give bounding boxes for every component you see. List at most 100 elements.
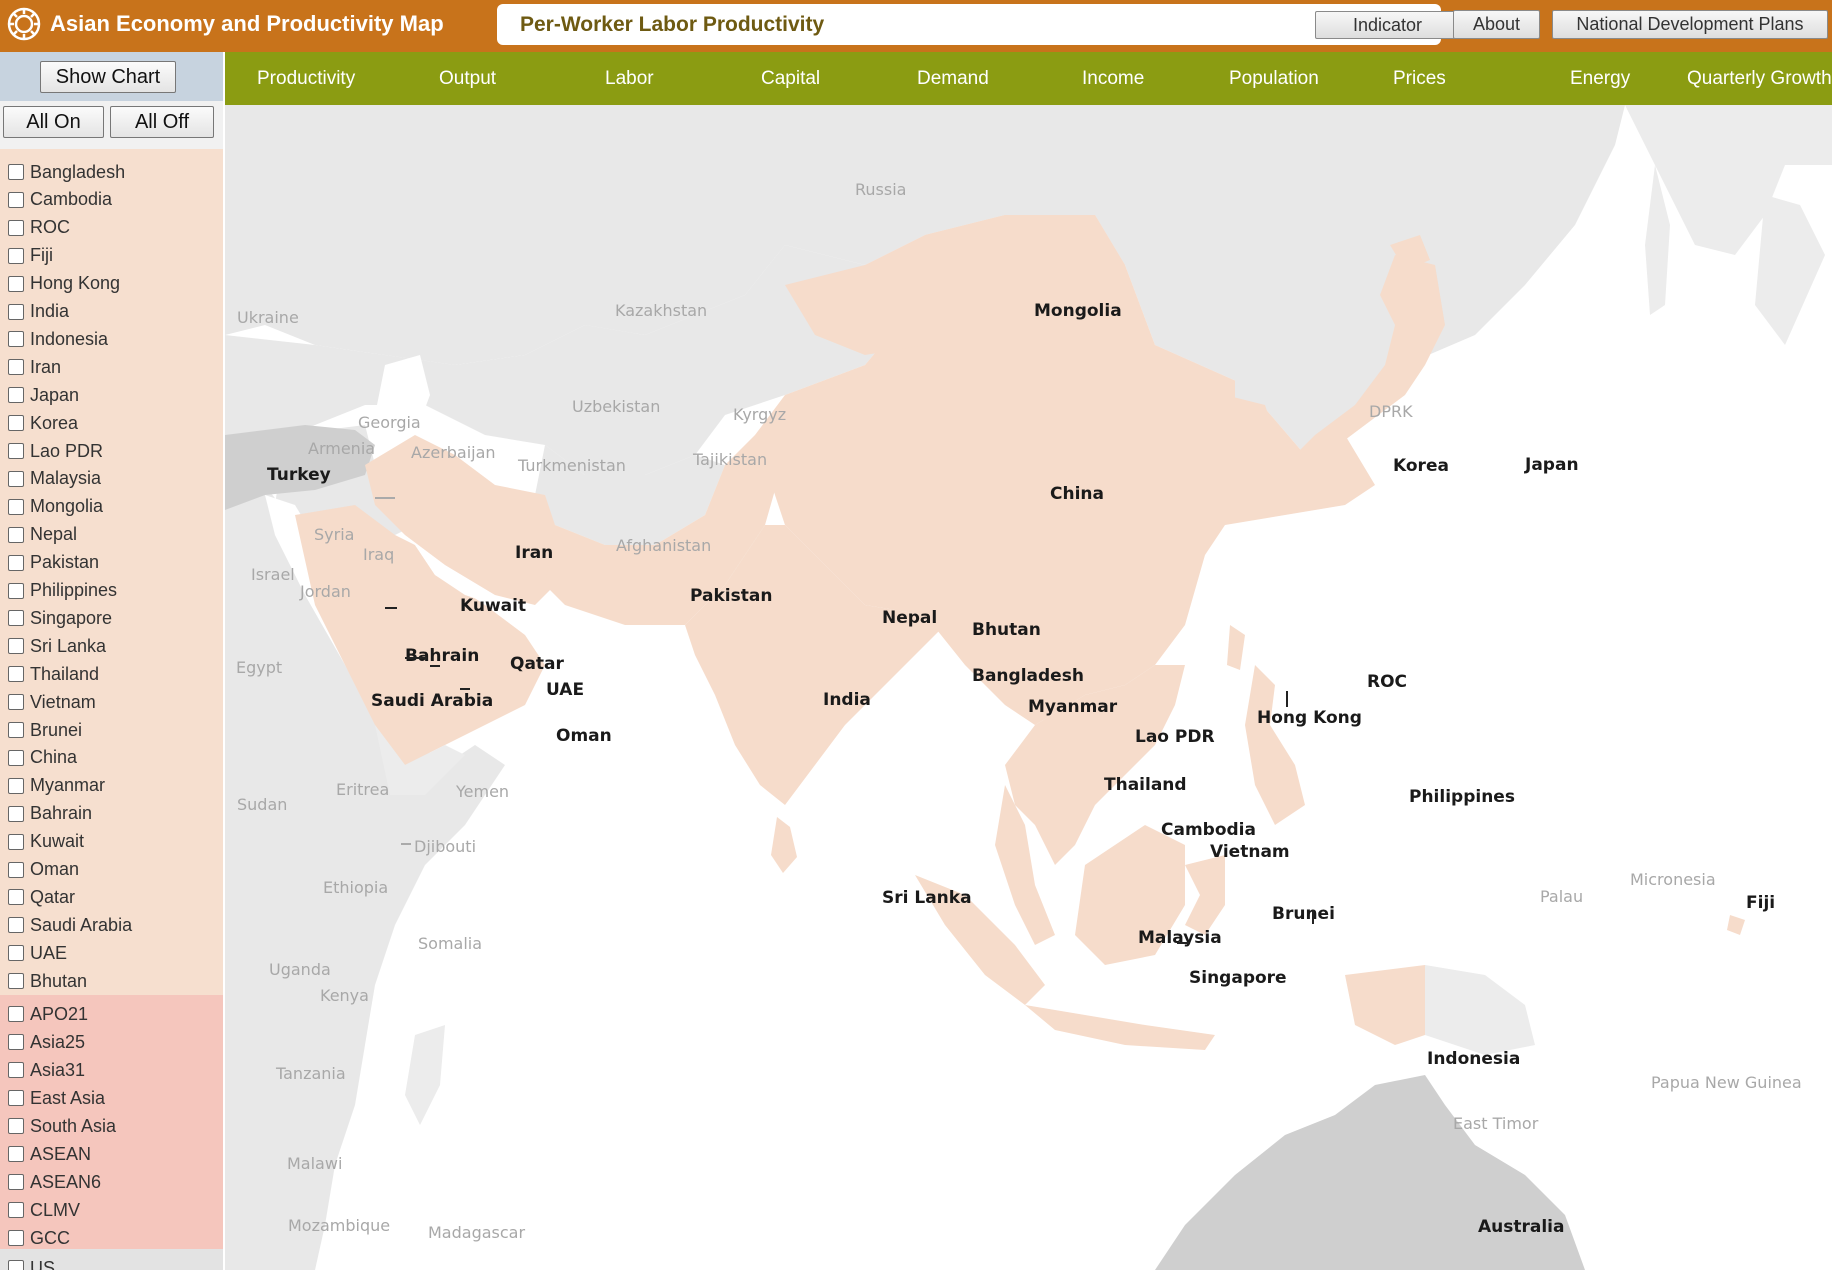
checkbox[interactable] xyxy=(8,1118,24,1134)
checkbox-item[interactable]: Iran xyxy=(8,354,61,380)
checkbox-item[interactable]: CLMV xyxy=(8,1197,80,1223)
checkbox-item[interactable]: APO21 xyxy=(8,1001,88,1027)
nav-item[interactable]: Labor xyxy=(605,68,654,90)
land-taiwan[interactable] xyxy=(1227,625,1245,670)
checkbox[interactable] xyxy=(8,443,24,459)
land-png[interactable] xyxy=(1425,965,1535,1055)
checkbox[interactable] xyxy=(8,470,24,487)
checkbox-item[interactable]: Cambodia xyxy=(8,187,112,213)
land-java[interactable] xyxy=(1025,1005,1215,1050)
checkbox[interactable] xyxy=(8,359,24,376)
land-papua[interactable] xyxy=(1345,965,1425,1045)
checkbox-item[interactable]: Indonesia xyxy=(8,326,108,352)
checkbox[interactable] xyxy=(8,191,24,208)
checkbox[interactable] xyxy=(8,777,24,794)
checkbox-item[interactable]: Vietnam xyxy=(8,689,96,715)
land-sulawesi[interactable] xyxy=(1185,855,1225,935)
checkbox[interactable] xyxy=(8,1174,24,1190)
checkbox-item[interactable]: Saudi Arabia xyxy=(8,912,132,938)
checkbox[interactable] xyxy=(8,526,24,543)
checkbox-item[interactable]: South Asia xyxy=(8,1113,116,1139)
checkbox[interactable] xyxy=(8,638,24,655)
checkbox[interactable] xyxy=(8,722,24,738)
checkbox[interactable] xyxy=(8,1090,24,1106)
checkbox[interactable] xyxy=(8,303,24,320)
checkbox[interactable] xyxy=(8,582,24,599)
checkbox-item[interactable]: ASEAN xyxy=(8,1141,91,1167)
checkbox[interactable] xyxy=(8,1230,24,1246)
land-australia[interactable] xyxy=(1155,1075,1585,1270)
checkbox-item[interactable]: East Asia xyxy=(8,1085,105,1111)
checkbox[interactable] xyxy=(8,1062,24,1078)
checkbox-item[interactable]: Asia31 xyxy=(8,1057,85,1083)
checkbox-item[interactable]: Hong Kong xyxy=(8,271,120,297)
checkbox[interactable] xyxy=(8,1202,24,1218)
land-kamchatka[interactable] xyxy=(1755,195,1825,345)
nav-item[interactable]: Productivity xyxy=(257,68,355,90)
checkbox-item[interactable]: Oman xyxy=(8,857,79,883)
nav-item[interactable]: Quarterly Growth xyxy=(1687,68,1832,90)
checkbox[interactable] xyxy=(8,666,24,683)
checkbox-item[interactable]: ROC xyxy=(8,215,70,241)
checkbox[interactable] xyxy=(8,945,24,962)
checkbox[interactable] xyxy=(8,275,24,292)
nav-item[interactable]: Energy xyxy=(1570,68,1630,90)
checkbox[interactable] xyxy=(8,387,24,404)
checkbox-item[interactable]: India xyxy=(8,299,69,325)
checkbox[interactable] xyxy=(8,498,24,515)
checkbox[interactable] xyxy=(8,889,24,906)
checkbox[interactable] xyxy=(8,694,24,711)
checkbox[interactable] xyxy=(8,247,24,264)
checkbox-item[interactable]: Bangladesh xyxy=(8,159,125,185)
checkbox-item[interactable]: Asia25 xyxy=(8,1029,85,1055)
checkbox-item[interactable]: GCC xyxy=(8,1225,70,1251)
checkbox-item[interactable]: Malaysia xyxy=(8,466,101,492)
checkbox-item[interactable]: Lao PDR xyxy=(8,438,103,464)
checkbox[interactable] xyxy=(8,805,24,822)
checkbox-item[interactable]: Kuwait xyxy=(8,829,84,855)
land-fiji[interactable] xyxy=(1727,915,1745,935)
checkbox-item[interactable]: Singapore xyxy=(8,605,112,631)
land-sri-lanka[interactable] xyxy=(771,817,797,873)
nav-item[interactable]: Demand xyxy=(917,68,989,90)
nav-item[interactable]: Population xyxy=(1229,68,1319,90)
checkbox-item[interactable]: Pakistan xyxy=(8,550,99,576)
checkbox[interactable] xyxy=(8,861,24,878)
show-chart-button[interactable]: Show Chart xyxy=(40,61,176,93)
checkbox[interactable] xyxy=(8,1006,24,1022)
checkbox-item[interactable]: US xyxy=(8,1255,55,1270)
checkbox[interactable] xyxy=(8,917,24,934)
nav-item[interactable]: Output xyxy=(439,68,496,90)
checkbox[interactable] xyxy=(8,164,24,180)
checkbox-item[interactable]: China xyxy=(8,745,77,771)
checkbox[interactable] xyxy=(8,554,24,571)
checkbox[interactable] xyxy=(8,610,24,627)
all-on-button[interactable]: All On xyxy=(3,106,104,138)
checkbox-item[interactable]: Bhutan xyxy=(8,968,87,994)
checkbox-item[interactable]: Sri Lanka xyxy=(8,633,106,659)
checkbox-item[interactable]: Japan xyxy=(8,382,79,408)
all-off-button[interactable]: All Off xyxy=(110,106,214,138)
checkbox-item[interactable]: Qatar xyxy=(8,884,75,910)
national-development-plans-button[interactable]: National Development Plans xyxy=(1552,10,1828,39)
checkbox-item[interactable]: Philippines xyxy=(8,578,117,604)
checkbox-item[interactable]: Bahrain xyxy=(8,801,92,827)
checkbox-item[interactable]: Nepal xyxy=(8,522,77,548)
land-philippines[interactable] xyxy=(1245,665,1305,825)
land-madagascar[interactable] xyxy=(405,1025,445,1125)
checkbox-item[interactable]: ASEAN6 xyxy=(8,1169,101,1195)
checkbox[interactable] xyxy=(8,219,24,236)
checkbox-item[interactable]: Korea xyxy=(8,410,78,436)
nav-item[interactable]: Capital xyxy=(761,68,820,90)
indicator-button[interactable]: Indicator xyxy=(1315,11,1460,39)
checkbox[interactable] xyxy=(8,1260,24,1270)
checkbox-item[interactable]: Mongolia xyxy=(8,494,103,520)
checkbox-item[interactable]: Myanmar xyxy=(8,773,105,799)
checkbox-item[interactable]: Fiji xyxy=(8,243,53,269)
checkbox-item[interactable]: UAE xyxy=(8,940,67,966)
checkbox[interactable] xyxy=(8,749,24,766)
checkbox-item[interactable]: Brunei xyxy=(8,717,82,743)
asia-map[interactable]: Mongolia China Korea Japan Iran Pakistan Nepal… xyxy=(225,105,1832,1270)
checkbox-item[interactable]: Thailand xyxy=(8,661,99,687)
checkbox[interactable] xyxy=(8,973,24,990)
